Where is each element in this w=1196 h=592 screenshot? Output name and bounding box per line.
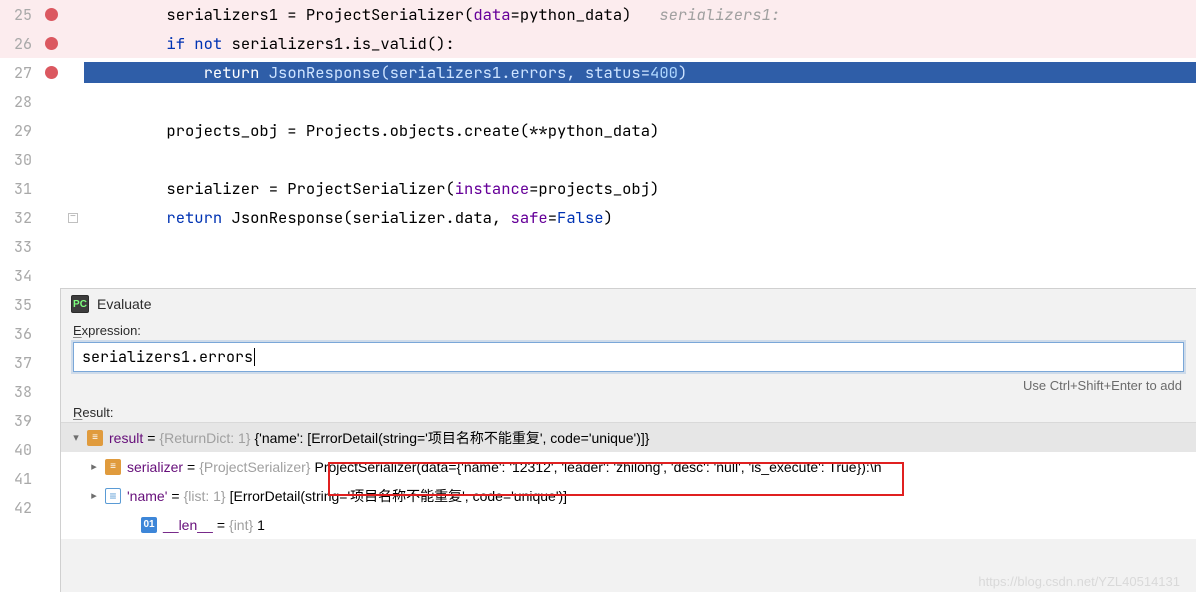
line-number: 25: [0, 5, 40, 25]
line-number: 32: [0, 208, 40, 228]
line-number: 31: [0, 179, 40, 199]
chevron-down-icon[interactable]: ▾: [69, 431, 83, 444]
code-line-34[interactable]: 34: [0, 261, 1196, 290]
result-label: Result:: [61, 399, 1196, 422]
int-icon: 01: [141, 517, 157, 533]
breakpoint-icon[interactable]: [45, 8, 58, 21]
chevron-right-icon[interactable]: ▸: [87, 460, 101, 473]
code-line-27[interactable]: 27 return JsonResponse(serializers1.erro…: [0, 58, 1196, 87]
code-text[interactable]: serializer = ProjectSerializer(instance=…: [84, 178, 1196, 199]
tree-row-name[interactable]: ▸ 'name' = {list: 1} [ErrorDetail(string…: [61, 481, 1196, 510]
shortcut-hint: Use Ctrl+Shift+Enter to add: [61, 374, 1196, 399]
code-line-32[interactable]: 32 return JsonResponse(serializer.data, …: [0, 203, 1196, 232]
tree-row-result[interactable]: ▾ ≡ result = {ReturnDict: 1} {'name': [E…: [61, 423, 1196, 452]
code-text[interactable]: if not serializers1.is_valid():: [84, 33, 1196, 54]
text-caret-icon: [254, 348, 255, 366]
expression-input[interactable]: serializers1.errors: [73, 342, 1184, 372]
code-line-28[interactable]: 28: [0, 87, 1196, 116]
fold-icon[interactable]: [68, 213, 78, 223]
list-icon: [105, 488, 121, 504]
tree-row-len[interactable]: 01 __len__ = {int} 1: [61, 510, 1196, 539]
chevron-right-icon[interactable]: ▸: [87, 489, 101, 502]
line-number: 28: [0, 92, 40, 112]
evaluate-panel: PC Evaluate Expression: serializers1.err…: [60, 288, 1196, 592]
breakpoint-gutter[interactable]: [40, 66, 62, 79]
evaluate-title: Evaluate: [97, 296, 151, 312]
pycharm-icon: PC: [71, 295, 89, 313]
breakpoint-icon[interactable]: [45, 66, 58, 79]
code-text[interactable]: return JsonResponse(serializers1.errors,…: [84, 62, 1196, 83]
line-number: 27: [0, 63, 40, 83]
object-icon: ≡: [105, 459, 121, 475]
code-line-31[interactable]: 31 serializer = ProjectSerializer(instan…: [0, 174, 1196, 203]
line-number: 30: [0, 150, 40, 170]
code-line-33[interactable]: 33: [0, 232, 1196, 261]
code-text[interactable]: serializers1 = ProjectSerializer(data=py…: [84, 4, 1196, 25]
breakpoint-icon[interactable]: [45, 37, 58, 50]
object-icon: ≡: [87, 430, 103, 446]
code-line-30[interactable]: 30: [0, 145, 1196, 174]
line-number: 26: [0, 34, 40, 54]
code-text[interactable]: projects_obj = Projects.objects.create(*…: [84, 120, 1196, 141]
code-line-25[interactable]: 25 serializers1 = ProjectSerializer(data…: [0, 0, 1196, 29]
tree-row-serializer[interactable]: ▸ ≡ serializer = {ProjectSerializer} Pro…: [61, 452, 1196, 481]
line-number: 29: [0, 121, 40, 141]
breakpoint-gutter[interactable]: [40, 8, 62, 21]
code-line-26[interactable]: 26 if not serializers1.is_valid():: [0, 29, 1196, 58]
breakpoint-gutter[interactable]: [40, 37, 62, 50]
expression-label: Expression:: [61, 317, 1196, 340]
code-text[interactable]: return JsonResponse(serializer.data, saf…: [84, 207, 1196, 228]
code-line-29[interactable]: 29 projects_obj = Projects.objects.creat…: [0, 116, 1196, 145]
result-tree[interactable]: ▾ ≡ result = {ReturnDict: 1} {'name': [E…: [61, 422, 1196, 539]
